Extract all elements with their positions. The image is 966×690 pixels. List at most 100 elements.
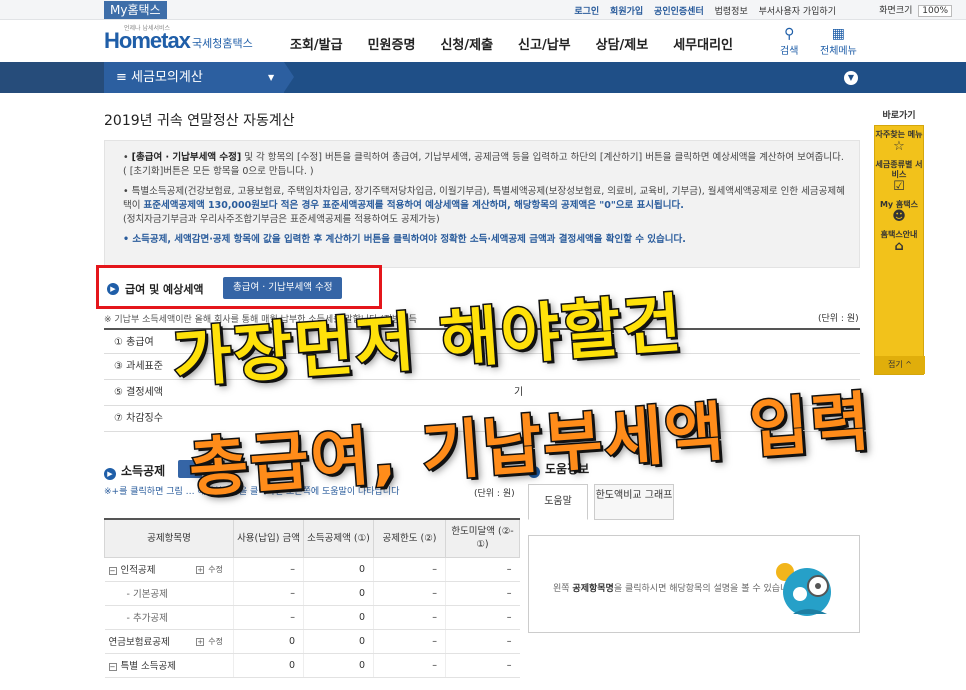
deduction-unit: (단위 : 원)	[474, 489, 515, 499]
tab-arrow-shape	[284, 62, 294, 92]
cell-limit: –	[373, 581, 446, 606]
table-row: − 인적공제 + 수정 – 0 – –	[104, 557, 520, 582]
quick-item-favorites[interactable]: 자주찾는 메뉴 ☆	[875, 130, 923, 153]
search-icon: ⚲	[784, 26, 795, 42]
grid-icon: ▦	[831, 26, 846, 42]
quick-item-my-hometax[interactable]: My 홈택스 ☻	[875, 200, 923, 223]
result-label: ⑦ 차감징수	[114, 413, 163, 424]
quick-item-label: 자주찾는 메뉴	[875, 130, 923, 139]
plus-icon: +	[196, 637, 205, 646]
quick-menu-title: 바로가기	[882, 111, 916, 121]
salary-note: ※ 기납부 소득세액이란 올해 회사를 통해 매월 납부한 소득세를 말합니다.…	[104, 315, 417, 325]
help-text-bold: 공제항목명	[572, 584, 614, 594]
result-mid-label: 기	[514, 387, 524, 398]
my-hometax-button[interactable]: My홈택스	[104, 1, 167, 19]
quick-menu-close-button[interactable]: 접기 ^	[875, 356, 925, 374]
all-menu-label: 전체메뉴	[820, 46, 857, 57]
help-text-post: 을 클릭하시면 해당항목의 설명을 볼 수 있습니다.	[613, 584, 800, 594]
top-links: 로그인 회원가입 공인인증센터 법령정보 부서사용자 가입하기	[566, 4, 836, 17]
plus-icon: +	[196, 565, 205, 574]
quick-menu-panel: 자주찾는 메뉴 ☆ 세금종류별 서비스 ☑ My 홈택스 ☻ 홈택스안내 ⌂ 접기 ^	[874, 125, 925, 375]
edit-salary-tax-button[interactable]: 총급여 · 기납부세액 수정	[223, 277, 343, 299]
row-name[interactable]: - 추가공제	[104, 605, 193, 630]
deduction-action-button[interactable]	[178, 460, 202, 478]
edit-link[interactable]: 수정	[208, 637, 223, 646]
tab-help[interactable]: 도움말	[528, 484, 588, 520]
nav-tax-agent[interactable]: 세무대리인	[673, 34, 733, 53]
col-limit: 공제한도 (②)	[373, 518, 446, 558]
info-line-2: • 특별소득공제(건강보험료, 고용보험료, 주택임차차입금, 장기주택저당차입…	[123, 186, 845, 225]
row-edit	[192, 581, 234, 606]
search-button[interactable]: ⚲ 검색	[780, 26, 798, 57]
salary-section-highlight: ▶ 급여 및 예상세액 총급여 · 기납부세액 수정	[96, 265, 382, 309]
quick-menu: 바로가기 자주찾는 메뉴 ☆ 세금종류별 서비스 ☑ My 홈택스 ☻ 홈택스안내 ⌂ …	[874, 108, 925, 375]
result-label: ① 총급여	[114, 337, 154, 348]
cell-amount: –	[233, 557, 304, 582]
col-deduction: 소득공제액 (①)	[303, 518, 374, 558]
section-bullet-icon: ▶	[104, 468, 116, 480]
cell-limit: –	[373, 605, 446, 630]
quick-item-label: 세금종류별 서비스	[875, 160, 923, 179]
result-label: ⑤ 결정세액	[114, 387, 163, 398]
col-item-name: 공제항목명	[104, 518, 234, 558]
result-row-total-salary: ① 총급여	[104, 328, 860, 354]
table-row: 연금보험료공제 + 수정 0 0 – –	[104, 629, 520, 654]
zoom-control: 화면크기 100%	[879, 3, 952, 17]
salary-unit: (단위 : 원)	[818, 314, 859, 324]
row-name[interactable]: − 특별 소득공제	[104, 653, 193, 678]
nav-application[interactable]: 신청/제출	[440, 34, 493, 53]
all-menu-button[interactable]: ▦ 전체메뉴	[820, 26, 857, 57]
collapse-toggle-icon[interactable]: −	[108, 663, 117, 671]
help-panel: ▶ 도움정보 도움말 한도액비교 그래프 왼쪽 공제항목명을 클릭하시면 해당항목…	[528, 460, 860, 633]
nav-filing[interactable]: 신고/납부	[518, 34, 571, 53]
cell-limit: –	[373, 653, 446, 678]
cert-center-link[interactable]: 공인인증센터	[654, 7, 704, 17]
quick-item-label: My 홈택스	[879, 200, 919, 209]
nav-inquiry[interactable]: 조회/발급	[290, 34, 343, 53]
edit-link[interactable]: 수정	[208, 565, 223, 574]
help-text: 왼쪽 공제항목명을 클릭하시면 해당항목의 설명을 볼 수 있습니다.	[553, 582, 799, 596]
main-nav: 조회/발급 민원증명 신청/제출 신고/납부 상담/제보 세무대리인	[290, 34, 733, 53]
help-text-pre: 왼쪽	[553, 584, 573, 594]
deduction-table: 공제항목명 사용(납입) 금액 소득공제액 (①) 공제한도 (②) 한도미달액…	[104, 518, 520, 678]
checkbox-icon: ☑	[893, 179, 905, 194]
row-name[interactable]: 연금보험료공제	[104, 629, 193, 654]
quick-item-guide[interactable]: 홈택스안내 ⌂	[875, 230, 923, 253]
sub-nav-bar: ≡ 세금모의계산 ▼ ▼	[0, 62, 966, 93]
section-bullet-icon: ▶	[528, 466, 540, 478]
section-bullet-icon: ▶	[107, 283, 119, 295]
current-menu-tab[interactable]: ≡ 세금모의계산	[104, 62, 284, 93]
signup-link[interactable]: 회원가입	[610, 7, 643, 17]
current-menu-label: 세금모의계산	[131, 70, 203, 85]
chevron-down-icon[interactable]: ▼	[844, 71, 858, 85]
row-edit[interactable]: + 수정	[192, 629, 234, 654]
row-name[interactable]: - 기본공제	[104, 581, 193, 606]
info-2-bold: 표준세액공제액 130,000원보다 적은 경우 표준세액공제를 적용하여 예상…	[143, 200, 684, 211]
collapse-toggle-icon[interactable]: −	[108, 567, 117, 575]
row-edit[interactable]: + 수정	[192, 557, 234, 582]
nav-consult[interactable]: 상담/제보	[596, 34, 649, 53]
dept-user-signup-link[interactable]: 부서사용자 가입하기	[759, 7, 836, 17]
dropdown-triangle-icon[interactable]: ▼	[268, 62, 274, 93]
quick-item-tax-services[interactable]: 세금종류별 서비스 ☑	[875, 160, 923, 194]
help-heading-text: 도움정보	[545, 462, 590, 476]
logo-sub-text: 국세청홈택스	[192, 37, 253, 50]
tab-limit-graph[interactable]: 한도액비교 그래프	[594, 484, 674, 520]
result-row-tax-base: ③ 과세표준	[104, 354, 860, 380]
cell-amount: 0	[233, 629, 304, 654]
search-label: 검색	[780, 46, 799, 57]
cell-deduction: 0	[303, 557, 374, 582]
nav-certificates[interactable]: 민원증명	[368, 34, 416, 53]
col-shortfall: 한도미달액 (②-①)	[445, 518, 520, 558]
law-info-link[interactable]: 법령정보	[715, 7, 748, 17]
hometax-logo[interactable]: 언제나 납세서비스 Hometax 국세청홈택스	[104, 25, 264, 56]
table-row: − 특별 소득공제 0 0 – –	[104, 653, 520, 678]
row-name[interactable]: − 인적공제	[104, 557, 193, 582]
salary-section-heading: 급여 및 예상세액	[125, 283, 204, 296]
zoom-select[interactable]: 100%	[918, 5, 952, 17]
deduction-section-heading: ▶ 소득공제	[104, 462, 165, 480]
login-link[interactable]: 로그인	[574, 7, 599, 17]
result-row-deduction-collect: ⑦ 차감징수 0	[104, 406, 860, 432]
result-value: 0	[845, 413, 852, 424]
cell-shortfall: –	[445, 605, 520, 630]
